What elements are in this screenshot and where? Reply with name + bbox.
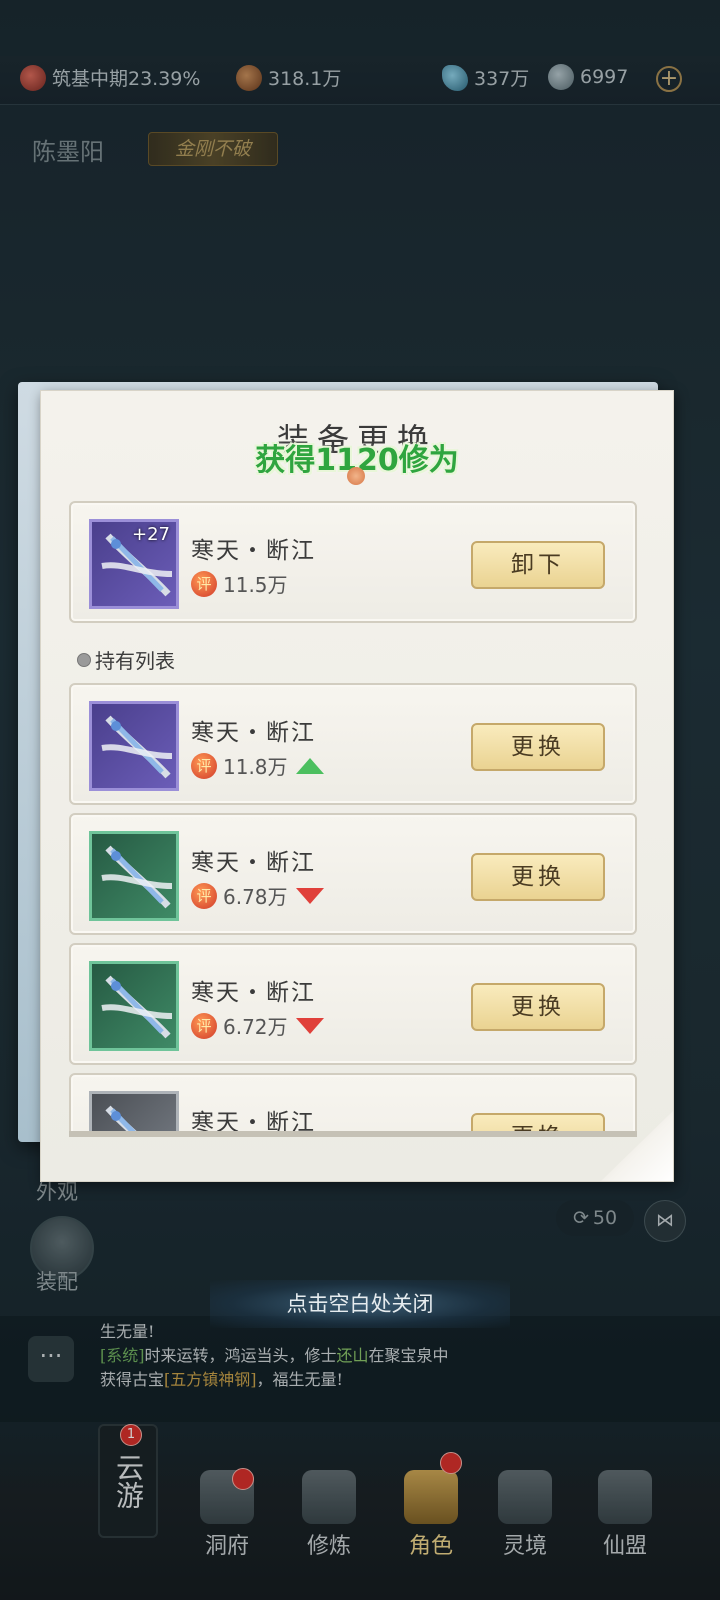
score-icon: 评 bbox=[191, 752, 217, 779]
nav-character-label: 角色 bbox=[408, 1534, 453, 1559]
spirit-stones-value: 337万 bbox=[474, 68, 530, 90]
combat-power-icon bbox=[236, 64, 262, 91]
character-icon bbox=[404, 1470, 458, 1524]
coins-value: 6997 bbox=[580, 66, 629, 88]
share-count[interactable]: ⟳ 50 bbox=[556, 1200, 634, 1236]
meditate-icon bbox=[302, 1470, 356, 1524]
owned-list-label: 持有列表 bbox=[77, 645, 175, 674]
nav-cave-label: 洞府 bbox=[204, 1534, 249, 1559]
chat-text-a: 时来运转，鸿运当头，修士 bbox=[144, 1346, 337, 1365]
list-item: 寒天・断江 评 11.8万 更换 bbox=[69, 683, 637, 805]
item-score: 11.8万 bbox=[223, 755, 288, 779]
coin-icon bbox=[548, 64, 574, 90]
spirit-stone-icon bbox=[442, 64, 468, 91]
owned-item-list[interactable]: 寒天・断江 评 11.8万 更换 寒天・断江 评 6.78万 更换 寒天・断江 … bbox=[41, 683, 673, 1131]
share-icon[interactable]: ⋈ bbox=[644, 1200, 686, 1242]
item-name: 寒天・断江 bbox=[191, 1110, 316, 1131]
sword-icon[interactable] bbox=[89, 961, 179, 1051]
sword-icon[interactable] bbox=[89, 701, 179, 791]
nav-character-dot bbox=[440, 1452, 462, 1474]
arrow-down-icon bbox=[295, 887, 324, 904]
sword-icon[interactable]: +27 bbox=[89, 519, 179, 609]
nav-cave[interactable]: 洞府 bbox=[182, 1470, 272, 1560]
realm-icon bbox=[498, 1470, 552, 1524]
combat-power-value: 318.1万 bbox=[268, 68, 342, 90]
arrow-down-icon bbox=[295, 1017, 324, 1034]
list-item: 寒天・断江 更换 bbox=[69, 1073, 637, 1131]
nav-cave-dot bbox=[232, 1468, 254, 1490]
sword-icon[interactable] bbox=[89, 1091, 179, 1131]
owned-list-text: 持有列表 bbox=[95, 649, 175, 673]
add-currency-button[interactable]: + bbox=[656, 66, 682, 92]
player-title-badge[interactable]: 金刚不破 bbox=[148, 132, 278, 166]
list-bottom-divider bbox=[69, 1131, 637, 1137]
score-icon: 评 bbox=[191, 570, 217, 597]
swap-button[interactable]: 更换 bbox=[471, 723, 605, 771]
resource-bar: 筑基中期23.39% 318.1万 337万 6997 + bbox=[0, 56, 720, 105]
equip-label[interactable]: 装配 bbox=[36, 1266, 78, 1296]
chat-player-name[interactable]: 还山 bbox=[337, 1346, 369, 1365]
equipped-score-row: 评 11.5万 bbox=[191, 569, 288, 598]
swap-button[interactable]: 更换 bbox=[471, 983, 605, 1031]
nav-realm-label: 灵境 bbox=[502, 1534, 547, 1559]
player-name: 陈墨阳 bbox=[32, 138, 104, 166]
item-name: 寒天・断江 bbox=[191, 980, 316, 1006]
chat-message[interactable]: 生无量! [系统]时来运转，鸿运当头，修士还山在聚宝泉中获得古宝[五方镇神钢]，… bbox=[100, 1320, 460, 1392]
nav-cultivate-label: 修炼 bbox=[306, 1534, 351, 1559]
chat-line-2: [系统]时来运转，鸿运当头，修士还山在聚宝泉中获得古宝[五方镇神钢]，福生无量! bbox=[100, 1344, 460, 1392]
share-reward-icon: ⟳ bbox=[572, 1207, 589, 1229]
chat-system-tag: [系统] bbox=[100, 1346, 145, 1365]
item-score: 6.78万 bbox=[223, 885, 288, 909]
swap-button[interactable]: 更换 bbox=[471, 853, 605, 901]
score-icon: 评 bbox=[191, 1012, 217, 1039]
equipped-score: 11.5万 bbox=[223, 573, 288, 597]
item-name: 寒天・断江 bbox=[191, 720, 316, 746]
nav-alliance[interactable]: 仙盟 bbox=[580, 1470, 670, 1560]
chat-bubble-icon[interactable]: ··· bbox=[28, 1336, 74, 1382]
equipped-item-card: +27 寒天・断江 评 11.5万 卸下 bbox=[69, 501, 637, 623]
combat-power[interactable]: 318.1万 bbox=[236, 64, 341, 91]
bullet-icon bbox=[77, 652, 91, 667]
realm-text: 筑基中期23.39% bbox=[52, 68, 201, 90]
chat-text-c: ，福生无量! bbox=[256, 1370, 343, 1389]
share-count-value: 50 bbox=[592, 1207, 618, 1229]
alliance-icon bbox=[598, 1470, 652, 1524]
chat-item-link[interactable]: [五方镇神钢] bbox=[164, 1370, 257, 1389]
yunyou-badge: 1 bbox=[120, 1424, 142, 1446]
equipped-item-name: 寒天・断江 bbox=[191, 538, 316, 564]
title-ornament-icon bbox=[347, 467, 365, 485]
enhance-level: +27 bbox=[132, 524, 170, 545]
equipment-swap-dialog: 装备更换 获得1120修为 +27 寒天・断江 评 11.5万 卸下 持有列表 bbox=[40, 390, 674, 1182]
list-item: 寒天・断江 评 6.78万 更换 bbox=[69, 813, 637, 935]
item-score-row: 评 6.72万 bbox=[191, 1011, 324, 1040]
sword-icon[interactable] bbox=[89, 831, 179, 921]
nav-cultivate[interactable]: 修炼 bbox=[284, 1470, 374, 1560]
unequip-button[interactable]: 卸下 bbox=[471, 541, 605, 589]
item-score-row: 评 6.78万 bbox=[191, 881, 324, 910]
spirit-stones[interactable]: 337万 bbox=[442, 64, 529, 91]
score-icon: 评 bbox=[191, 882, 217, 909]
nav-character[interactable]: 角色 bbox=[386, 1470, 476, 1560]
realm-icon bbox=[20, 64, 46, 91]
nav-alliance-label: 仙盟 bbox=[602, 1534, 647, 1559]
swap-button[interactable]: 更换 bbox=[471, 1113, 605, 1131]
item-score-row: 评 11.8万 bbox=[191, 751, 324, 780]
list-item: 寒天・断江 评 6.72万 更换 bbox=[69, 943, 637, 1065]
nav-realm[interactable]: 灵境 bbox=[480, 1470, 570, 1560]
realm-progress[interactable]: 筑基中期23.39% bbox=[20, 64, 200, 91]
item-score: 6.72万 bbox=[223, 1015, 288, 1039]
coins[interactable]: 6997 bbox=[548, 64, 628, 90]
arrow-up-icon bbox=[295, 757, 324, 774]
tap-to-close-hint[interactable]: 点击空白处关闭 bbox=[210, 1280, 510, 1328]
item-name: 寒天・断江 bbox=[191, 850, 316, 876]
